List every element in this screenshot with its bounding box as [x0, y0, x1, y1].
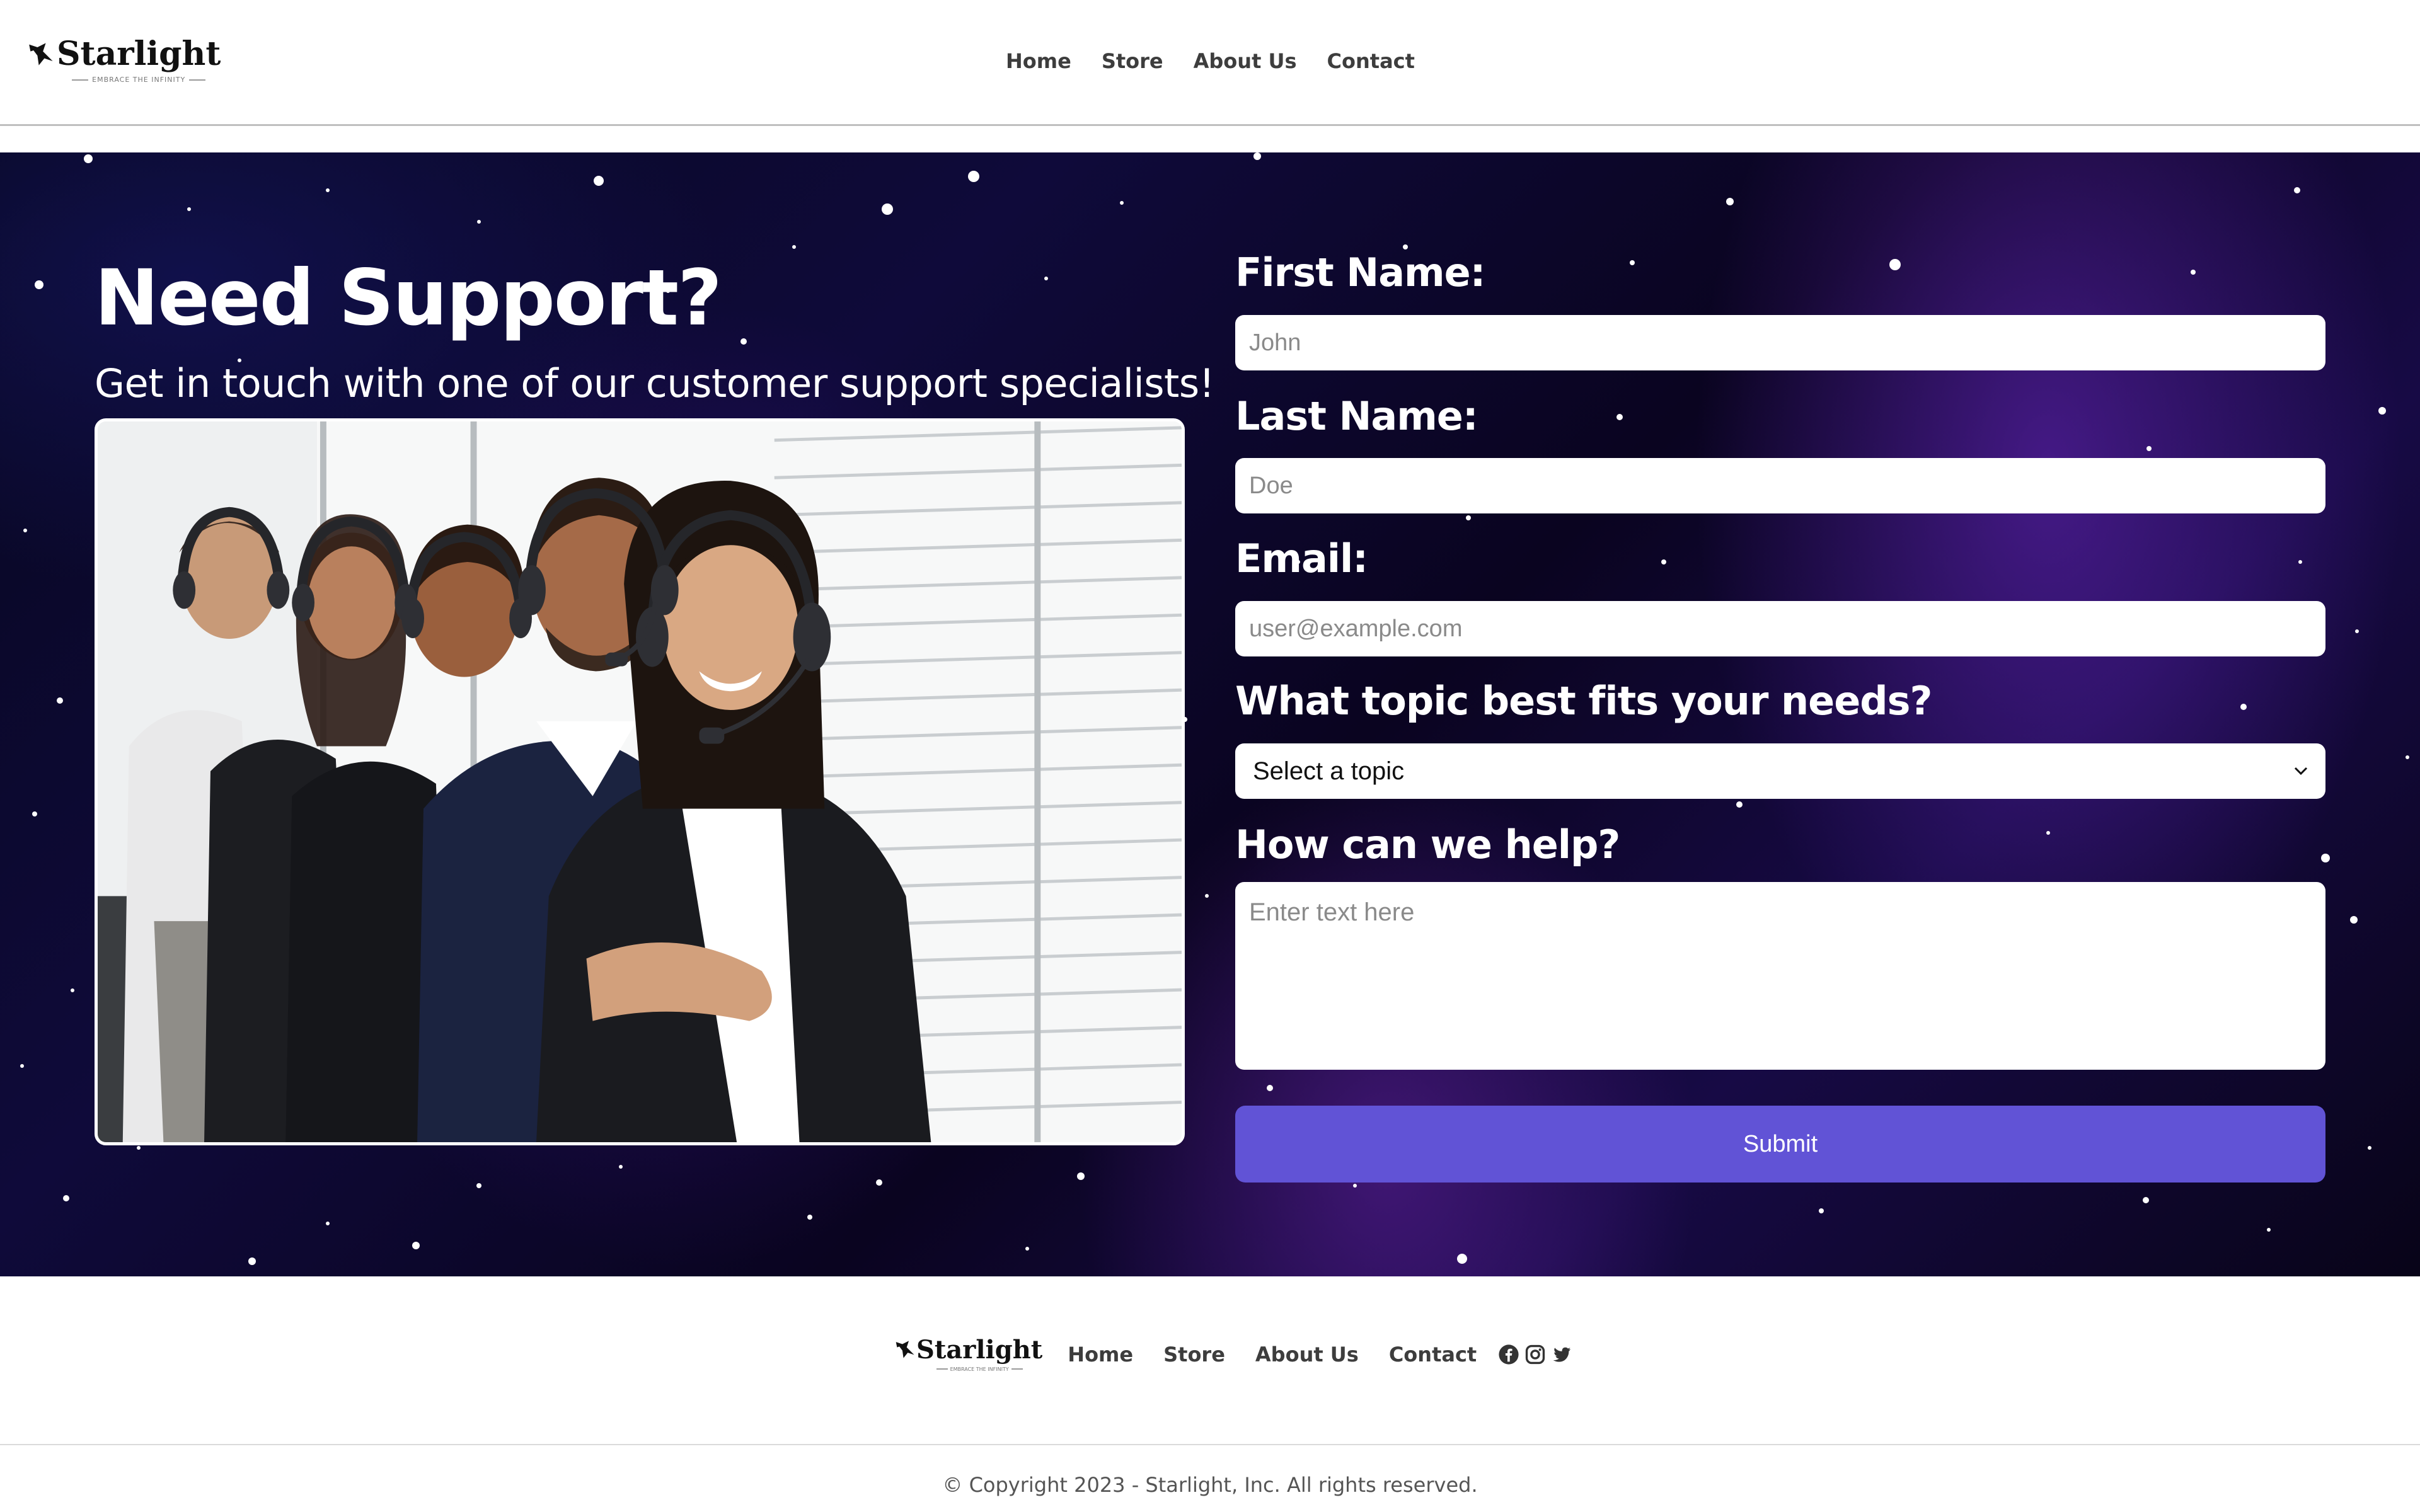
facebook-link[interactable]: [1498, 1344, 1519, 1365]
chevron-down-icon: [2294, 767, 2308, 776]
message-textarea[interactable]: [1235, 882, 2325, 1070]
instagram-icon: [1526, 1344, 1545, 1365]
twitter-link[interactable]: [1551, 1344, 1572, 1365]
page-title: Need Support?: [95, 253, 722, 343]
page-subtitle: Get in touch with one of our customer su…: [95, 360, 1215, 406]
support-hero: Need Support? Get in touch with one of o…: [0, 152, 2420, 1276]
nav-contact-link[interactable]: Contact: [1327, 49, 1415, 73]
header-nav: Home Store About Us Contact: [1006, 49, 1415, 73]
first-name-input[interactable]: [1235, 315, 2325, 370]
topic-select[interactable]: Select a topic: [1235, 743, 2325, 799]
comet-logo-icon: [896, 1340, 914, 1358]
email-label: Email:: [1235, 536, 1368, 581]
last-name-input[interactable]: [1235, 458, 2325, 513]
email-input[interactable]: [1235, 601, 2325, 656]
copyright-text: © Copyright 2023 - Starlight, Inc. All r…: [942, 1473, 1478, 1497]
footer-divider: [0, 1444, 2420, 1445]
footer-logo[interactable]: Starlight EMBRACE THE INFINITY: [895, 1337, 1042, 1372]
header-logo[interactable]: Starlight EMBRACE THE INFINITY: [28, 38, 221, 84]
nav-home-link[interactable]: Home: [1006, 49, 1071, 73]
footer-home-link[interactable]: Home: [1068, 1343, 1133, 1366]
support-team-photo: [95, 418, 1185, 1145]
submit-button[interactable]: Submit: [1235, 1106, 2325, 1183]
footer-about-link[interactable]: About Us: [1255, 1343, 1359, 1366]
instagram-link[interactable]: [1524, 1344, 1546, 1365]
twitter-icon: [1553, 1347, 1571, 1362]
last-name-label: Last Name:: [1235, 393, 1478, 439]
facebook-icon: [1499, 1344, 1519, 1365]
comet-logo-icon: [29, 43, 53, 66]
support-team-illustration: [98, 421, 1182, 1142]
message-label: How can we help?: [1235, 822, 1620, 868]
topic-label: What topic best fits your needs?: [1235, 678, 1932, 724]
footer-brand-name: Starlight: [916, 1334, 1043, 1365]
topic-select-value: Select a topic: [1253, 757, 1405, 785]
social-links: [1498, 1344, 1572, 1365]
footer-store-link[interactable]: Store: [1163, 1343, 1225, 1366]
footer-brand-tagline: EMBRACE THE INFINITY: [934, 1366, 1025, 1372]
footer-contact-link[interactable]: Contact: [1389, 1343, 1477, 1366]
brand-name: Starlight: [57, 35, 221, 73]
nav-about-link[interactable]: About Us: [1194, 49, 1297, 73]
brand-tagline: EMBRACE THE INFINITY: [68, 76, 209, 84]
site-header: Starlight EMBRACE THE INFINITY Home Stor…: [0, 0, 2420, 126]
first-name-label: First Name:: [1235, 249, 1485, 295]
footer-nav: Home Store About Us Contact: [1068, 1343, 1477, 1366]
footer-row: Starlight EMBRACE THE INFINITY Home Stor…: [895, 1336, 1572, 1373]
nav-store-link[interactable]: Store: [1102, 49, 1163, 73]
